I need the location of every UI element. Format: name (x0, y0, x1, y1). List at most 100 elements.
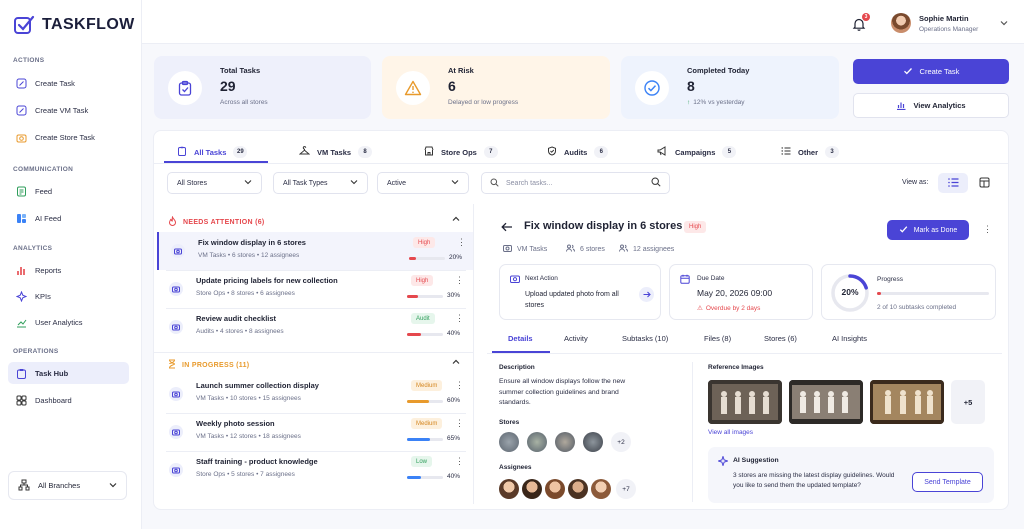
task-card[interactable]: Weekly photo session VM Tasks • 12 stores… (157, 413, 473, 451)
assignee-avatar[interactable] (545, 479, 565, 499)
column-divider (692, 362, 693, 502)
stat-title: Completed Today (687, 66, 750, 75)
task-card[interactable]: Update pricing labels for new collection… (157, 270, 473, 308)
stat-sub: Delayed or low progress (448, 99, 519, 106)
nav-dashboard[interactable]: Dashboard (8, 389, 129, 411)
stores-more[interactable]: +2 (611, 432, 631, 452)
send-template-button[interactable]: Send Template (912, 472, 983, 492)
store-thumbnail[interactable] (555, 432, 575, 452)
tab-campaigns[interactable]: Campaigns 5 (657, 141, 737, 163)
nav-reports[interactable]: Reports (8, 259, 129, 281)
task-progress-fill (407, 438, 431, 441)
task-meta: Store Ops • 8 stores • 6 assignees (196, 290, 295, 297)
tab-label: Other (798, 147, 819, 157)
ai-feed-icon (16, 213, 27, 224)
detail-tab-ai-insights[interactable]: AI Insights (832, 334, 867, 343)
more-vertical-icon[interactable]: ⋮ (455, 418, 464, 429)
task-type-icon (169, 282, 183, 296)
chevron-down-icon[interactable] (1000, 19, 1008, 29)
task-progress-pct: 60% (447, 397, 461, 404)
more-vertical-icon[interactable]: ⋮ (983, 224, 992, 235)
reference-image[interactable] (789, 380, 863, 424)
nav-create-store-task[interactable]: Create Store Task (8, 126, 129, 148)
nav-user-analytics[interactable]: User Analytics (8, 311, 129, 333)
create-task-button[interactable]: Create Task (853, 59, 1009, 84)
more-images[interactable]: +5 (951, 380, 985, 424)
detail-tab-subtasks[interactable]: Subtasks (10) (622, 334, 668, 343)
detail-tab-files[interactable]: Files (8) (704, 334, 731, 343)
task-card[interactable]: Review audit checklist Audits • 4 stores … (157, 308, 473, 346)
task-types-filter[interactable]: All Task Types (273, 172, 368, 194)
nav-task-hub[interactable]: Task Hub (8, 362, 129, 384)
bar-chart-icon (896, 100, 906, 112)
back-arrow-icon[interactable] (501, 222, 513, 234)
group-needs-attention[interactable]: NEEDS ATTENTION (6) (168, 215, 265, 228)
chevron-up-icon[interactable] (452, 215, 460, 225)
assignee-avatar[interactable] (568, 479, 588, 499)
tab-count: 3 (825, 146, 840, 158)
search-input[interactable]: Search tasks... (481, 172, 670, 194)
branch-selector[interactable]: All Branches (8, 471, 127, 500)
flame-icon (168, 215, 177, 228)
assignee-avatar[interactable] (499, 479, 519, 499)
nav-kpis[interactable]: KPIs (8, 285, 129, 307)
tab-all-tasks[interactable]: All Tasks 29 (177, 141, 248, 163)
nav-create-vm-task[interactable]: Create VM Task (8, 99, 129, 121)
list-view-button[interactable] (938, 173, 968, 193)
next-action-label: Next Action (525, 275, 558, 282)
mark-as-done-button[interactable]: Mark as Done (887, 220, 969, 240)
status-filter[interactable]: Active (377, 172, 469, 194)
assignees-more[interactable]: +7 (616, 479, 636, 499)
user-name[interactable]: Sophie Martin (919, 14, 969, 23)
task-progress-pct: 30% (447, 292, 461, 299)
users-icon (566, 244, 575, 254)
progress-pct: 20% (841, 287, 859, 297)
task-card[interactable]: Launch summer collection display VM Tasks… (157, 375, 473, 413)
tab-audits[interactable]: Audits 6 (547, 141, 609, 163)
chevron-up-icon[interactable] (452, 358, 460, 368)
detail-tab-activity[interactable]: Activity (564, 334, 588, 343)
user-avatar[interactable] (891, 13, 911, 33)
nav-ai-feed[interactable]: AI Feed (8, 207, 129, 229)
task-progress-bar (407, 295, 443, 298)
nav-label: Reports (35, 265, 62, 275)
search-icon[interactable] (651, 177, 661, 189)
view-analytics-button[interactable]: View Analytics (853, 93, 1009, 118)
chevron-down-icon (350, 178, 358, 188)
tab-store-ops[interactable]: Store Ops 7 (424, 141, 498, 163)
more-vertical-icon[interactable]: ⋮ (455, 380, 464, 391)
due-date-label: Due Date (697, 275, 725, 282)
card-divider (166, 451, 466, 452)
description-text: Ensure all window displays follow the ne… (499, 378, 626, 406)
assignee-avatar[interactable] (522, 479, 542, 499)
users-icon (619, 244, 628, 254)
nav-create-task[interactable]: Create Task (8, 72, 129, 94)
reference-image[interactable] (870, 380, 944, 424)
calendar-icon (680, 274, 690, 286)
board-view-button[interactable] (969, 173, 999, 193)
detail-tab-stores[interactable]: Stores (6) (764, 334, 797, 343)
view-all-images-link[interactable]: View all images (708, 429, 753, 436)
group-in-progress[interactable]: IN PROGRESS (11) (168, 359, 249, 371)
store-thumbnail[interactable] (499, 432, 519, 452)
arrow-right-icon[interactable] (639, 287, 654, 302)
branches-icon (18, 479, 30, 493)
more-vertical-icon[interactable]: ⋮ (455, 456, 464, 467)
detail-tab-details[interactable]: Details (508, 334, 533, 343)
task-card[interactable]: Fix window display in 6 stores VM Tasks •… (157, 232, 473, 270)
reference-image[interactable] (708, 380, 782, 424)
store-thumbnail[interactable] (527, 432, 547, 452)
nav-feed[interactable]: Feed (8, 180, 129, 202)
tab-other[interactable]: Other 3 (781, 141, 840, 163)
logo[interactable]: TASKFLOW (13, 14, 135, 36)
clipboard-icon (177, 146, 187, 158)
tab-vm-tasks[interactable]: VM Tasks 8 (298, 141, 373, 163)
more-vertical-icon[interactable]: ⋮ (457, 237, 466, 248)
stores-filter[interactable]: All Stores (167, 172, 262, 194)
nav-label: KPIs (35, 291, 51, 301)
more-vertical-icon[interactable]: ⋮ (455, 275, 464, 286)
store-thumbnail[interactable] (583, 432, 603, 452)
more-vertical-icon[interactable]: ⋮ (455, 313, 464, 324)
task-card[interactable]: Staff training - product knowledge Store … (157, 451, 473, 489)
assignee-avatar[interactable] (591, 479, 611, 499)
